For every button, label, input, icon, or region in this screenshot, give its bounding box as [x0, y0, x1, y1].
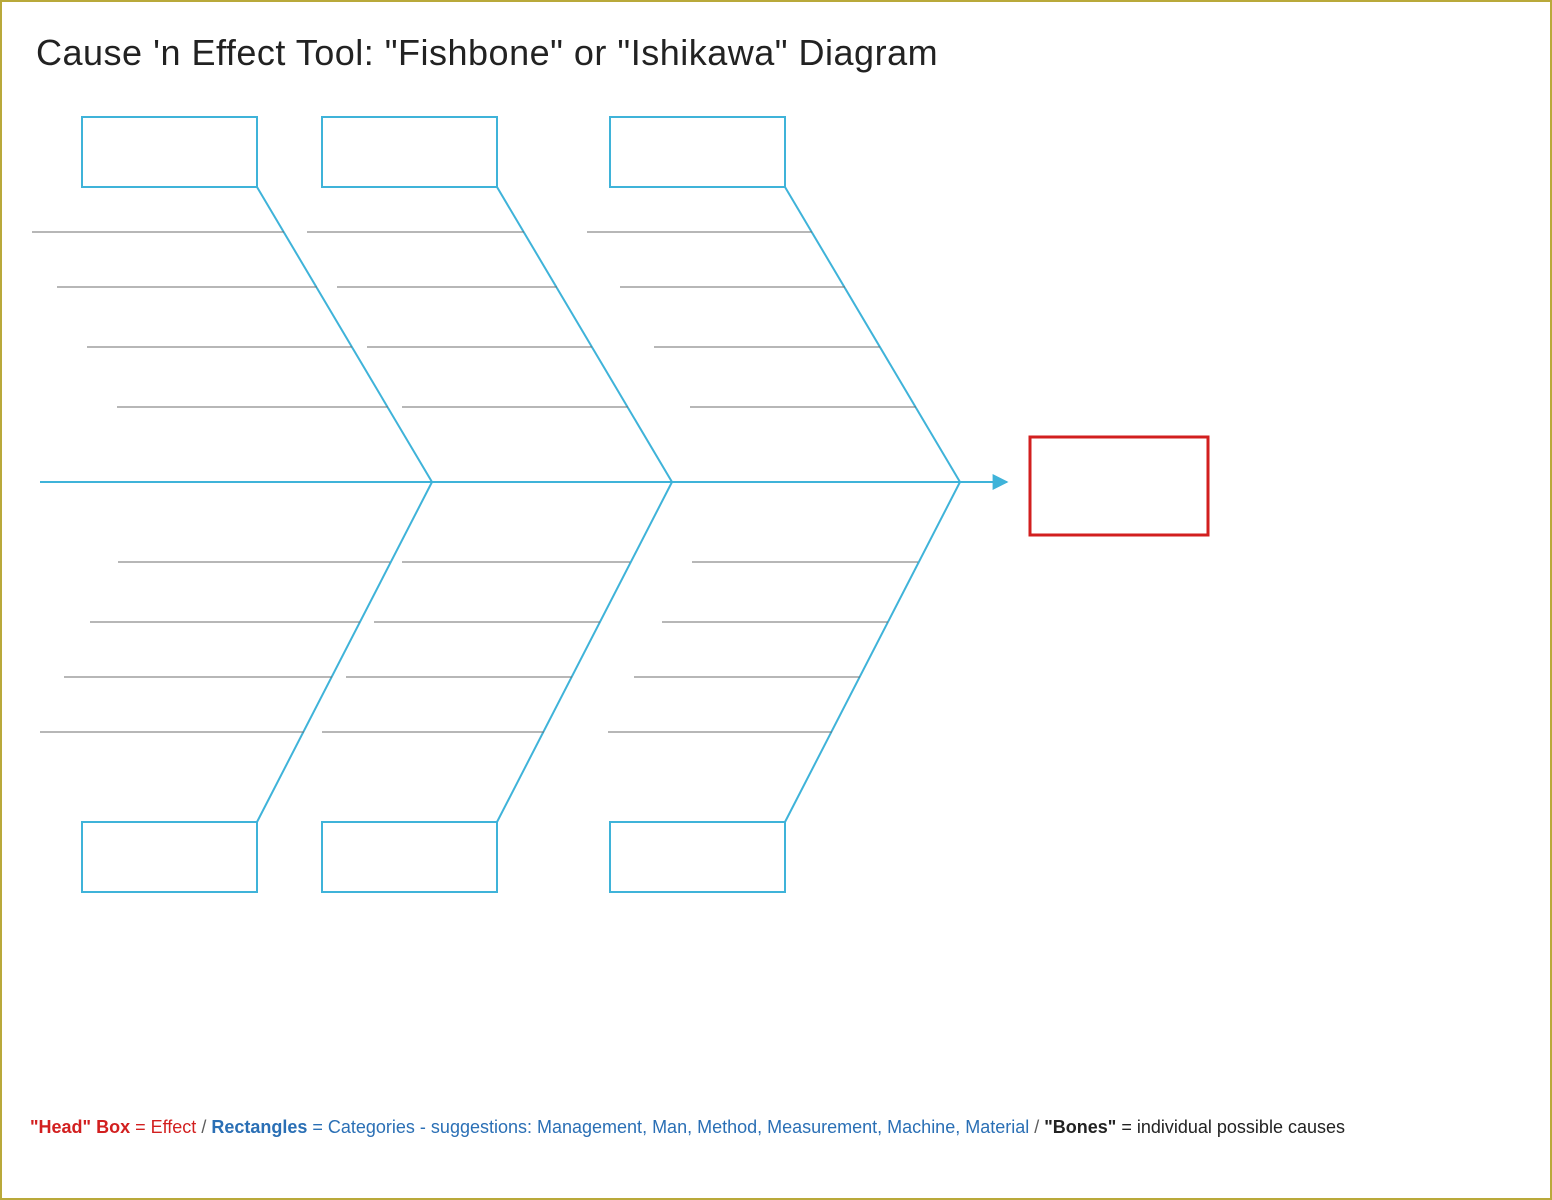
page-title: Cause 'n Effect Tool: "Fishbone" or "Ish…	[36, 32, 938, 74]
bone-top-3	[785, 187, 960, 482]
bone-top-2	[497, 187, 672, 482]
legend-bones-label: "Bones"	[1044, 1117, 1116, 1137]
category-box-bottom-2[interactable]	[322, 822, 497, 892]
category-box-top-1[interactable]	[82, 117, 257, 187]
category-box-bottom-3[interactable]	[610, 822, 785, 892]
legend-sep-2: /	[1029, 1117, 1044, 1137]
legend-head-equals: = Effect	[130, 1117, 196, 1137]
category-box-bottom-1[interactable]	[82, 822, 257, 892]
bone-bottom-1	[257, 482, 432, 822]
legend-head-label: "Head" Box	[30, 1117, 130, 1137]
legend-rect-label: Rectangles	[211, 1117, 307, 1137]
legend-bones-equals: = individual possible causes	[1116, 1117, 1345, 1137]
bone-top-1	[257, 187, 432, 482]
bone-bottom-2	[497, 482, 672, 822]
legend: "Head" Box = Effect / Rectangles = Categ…	[30, 1117, 1345, 1138]
bone-bottom-3	[785, 482, 960, 822]
fishbone-diagram	[2, 102, 1552, 1002]
effect-box[interactable]	[1030, 437, 1208, 535]
legend-sep-1: /	[196, 1117, 211, 1137]
legend-rect-equals: = Categories - suggestions: Management, …	[307, 1117, 1029, 1137]
category-box-top-2[interactable]	[322, 117, 497, 187]
page-frame: Cause 'n Effect Tool: "Fishbone" or "Ish…	[0, 0, 1552, 1200]
category-box-top-3[interactable]	[610, 117, 785, 187]
